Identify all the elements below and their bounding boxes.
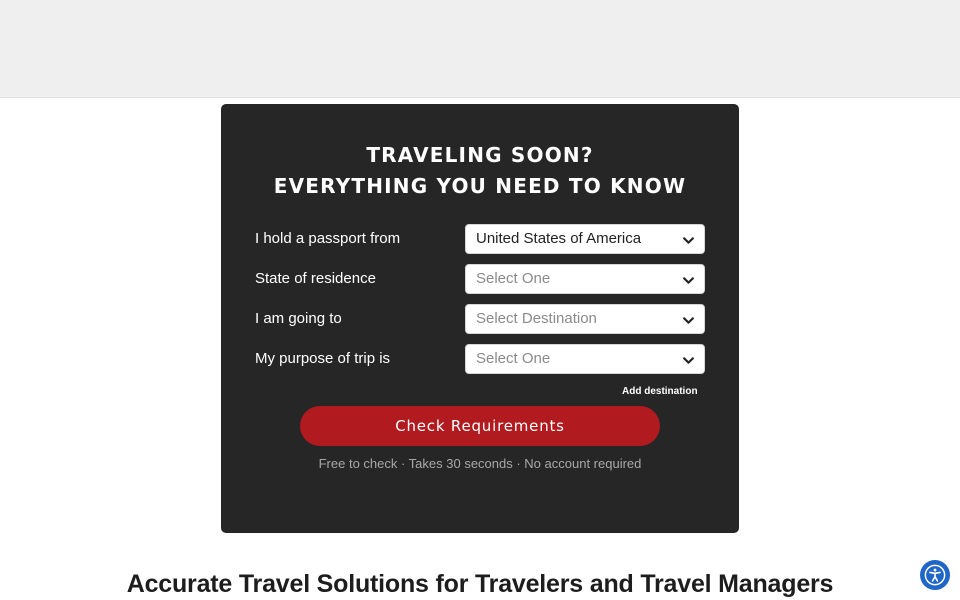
check-requirements-button[interactable]: Check Requirements <box>300 406 660 446</box>
add-destination-link[interactable]: Add destination <box>622 386 698 397</box>
section-headline: Accurate Travel Solutions for Travelers … <box>126 570 834 598</box>
chevron-down-icon <box>683 317 694 324</box>
residence-select-value: Select One <box>476 270 551 287</box>
residence-select[interactable]: Select One <box>465 264 705 294</box>
residence-row: State of residence Select One <box>255 264 705 294</box>
check-note: Free to check · Takes 30 seconds · No ac… <box>318 456 642 471</box>
destination-select[interactable]: Select Destination <box>465 304 705 334</box>
purpose-row: My purpose of trip is Select One <box>255 344 705 374</box>
passport-row: I hold a passport from United States of … <box>255 224 705 254</box>
accessibility-button[interactable] <box>920 560 950 590</box>
chevron-down-icon <box>683 277 694 284</box>
header-band <box>0 0 960 98</box>
destination-row: I am going to Select Destination <box>255 304 705 334</box>
card-title-line-1: TRAVELING SOON? <box>366 143 594 167</box>
passport-select-value: United States of America <box>476 230 642 247</box>
chevron-down-icon <box>683 357 694 364</box>
purpose-label: My purpose of trip is <box>255 350 391 367</box>
passport-label: I hold a passport from <box>255 230 401 247</box>
residence-label: State of residence <box>255 270 376 287</box>
purpose-select-value: Select One <box>476 350 551 367</box>
passport-select[interactable]: United States of America <box>465 224 705 254</box>
chevron-down-icon <box>683 237 694 244</box>
accessibility-icon <box>924 564 946 586</box>
destination-label: I am going to <box>255 310 342 327</box>
card-title-line-2: EVERYTHING YOU NEED TO KNOW <box>273 174 687 198</box>
destination-select-value: Select Destination <box>476 310 597 327</box>
travel-requirements-card: TRAVELING SOON? EVERYTHING YOU NEED TO K… <box>221 104 739 533</box>
purpose-select[interactable]: Select One <box>465 344 705 374</box>
card-title: TRAVELING SOON? EVERYTHING YOU NEED TO K… <box>221 140 739 202</box>
